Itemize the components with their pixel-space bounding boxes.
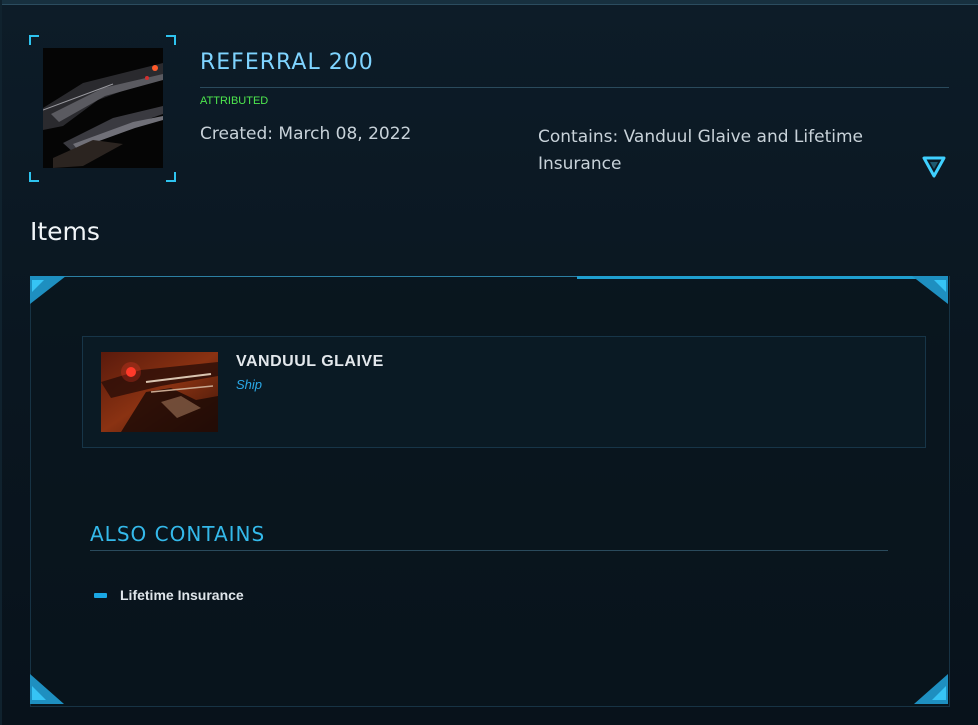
pledge-thumbnail-frame (29, 35, 176, 182)
also-contains-item: Lifetime Insurance (120, 587, 244, 603)
top-border (0, 0, 978, 5)
panel-corner-bottom-right (914, 674, 948, 704)
expand-toggle-button[interactable] (920, 154, 948, 180)
panel-corner-bottom-left (30, 674, 64, 704)
left-edge (0, 0, 2, 725)
also-contains-divider (90, 550, 888, 551)
pledge-title: REFERRAL 200 (200, 50, 374, 75)
frame-corner (29, 35, 39, 45)
item-type: Ship (236, 377, 263, 392)
ship-thumbnail-image (101, 352, 218, 432)
items-heading: Items (30, 217, 100, 246)
panel-corner-top-right (912, 276, 948, 304)
item-card-vanduul-glaive[interactable]: VANDUUL GLAIVE Ship (82, 336, 926, 448)
pledge-contents-summary: Contains: Vanduul Glaive and Lifetime In… (538, 127, 863, 174)
also-contains-heading: ALSO CONTAINS (90, 522, 266, 546)
chevron-down-triangle-icon (922, 156, 946, 178)
dash-bullet-icon (94, 593, 107, 598)
title-divider (200, 87, 949, 88)
status-badge: ATTRIBUTED (200, 95, 269, 107)
frame-corner (166, 35, 176, 45)
frame-corner (29, 172, 39, 182)
frame-corner (166, 172, 176, 182)
panel-top-accent (577, 276, 948, 279)
item-title: VANDUUL GLAIVE (236, 353, 384, 370)
panel-top-border (30, 276, 577, 277)
pledge-thumbnail-image (43, 48, 163, 168)
created-date: Created: March 08, 2022 (200, 124, 412, 144)
panel-corner-top-left (30, 276, 66, 304)
